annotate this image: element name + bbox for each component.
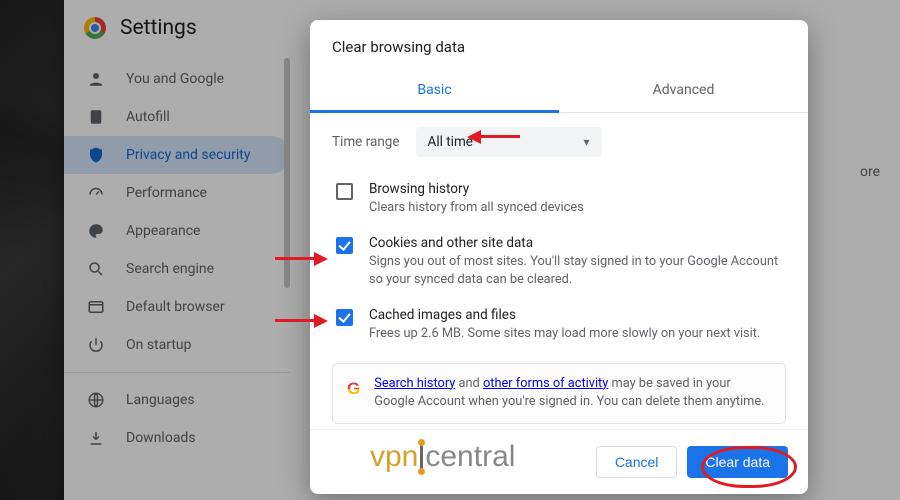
annotation-arrow-cookies	[275, 257, 317, 260]
checkbox-cookies[interactable]	[336, 237, 353, 254]
dialog-title: Clear browsing data	[310, 20, 808, 70]
tab-advanced[interactable]: Advanced	[559, 72, 808, 112]
option-description: Clears history from all synced devices	[369, 199, 584, 217]
clear-browsing-data-dialog: Clear browsing data Basic Advanced Time …	[310, 20, 808, 494]
option-browsing-history[interactable]: Browsing history Clears history from all…	[336, 173, 786, 227]
option-title: Cookies and other site data	[369, 235, 786, 251]
option-title: Cached images and files	[369, 307, 760, 323]
annotation-circle-clear-data	[701, 446, 797, 488]
watermark-vpncentral: vpncentral	[370, 440, 515, 474]
checkbox-browsing-history[interactable]	[336, 183, 353, 200]
timerange-select[interactable]: All time ▾	[416, 127, 602, 157]
cancel-button[interactable]: Cancel	[596, 446, 678, 478]
option-cached[interactable]: Cached images and files Frees up 2.6 MB.…	[336, 299, 786, 353]
option-title: Browsing history	[369, 181, 584, 197]
checkbox-cached[interactable]	[336, 309, 353, 326]
chevron-down-icon: ▾	[584, 135, 590, 149]
google-account-info: G Search history and other forms of acti…	[332, 363, 786, 424]
google-g-icon: G	[347, 377, 360, 402]
other-activity-link[interactable]: other forms of activity	[483, 376, 608, 391]
option-description: Frees up 2.6 MB. Some sites may load mor…	[369, 325, 760, 343]
tab-basic[interactable]: Basic	[310, 72, 559, 113]
option-cookies[interactable]: Cookies and other site data Signs you ou…	[336, 227, 786, 299]
dialog-tabs: Basic Advanced	[310, 72, 808, 113]
timerange-label: Time range	[332, 134, 400, 150]
option-description: Signs you out of most sites. You'll stay…	[369, 253, 786, 289]
search-history-link[interactable]: Search history	[374, 376, 455, 391]
annotation-arrow-cached	[275, 319, 317, 322]
annotation-arrow-timerange	[478, 135, 520, 138]
